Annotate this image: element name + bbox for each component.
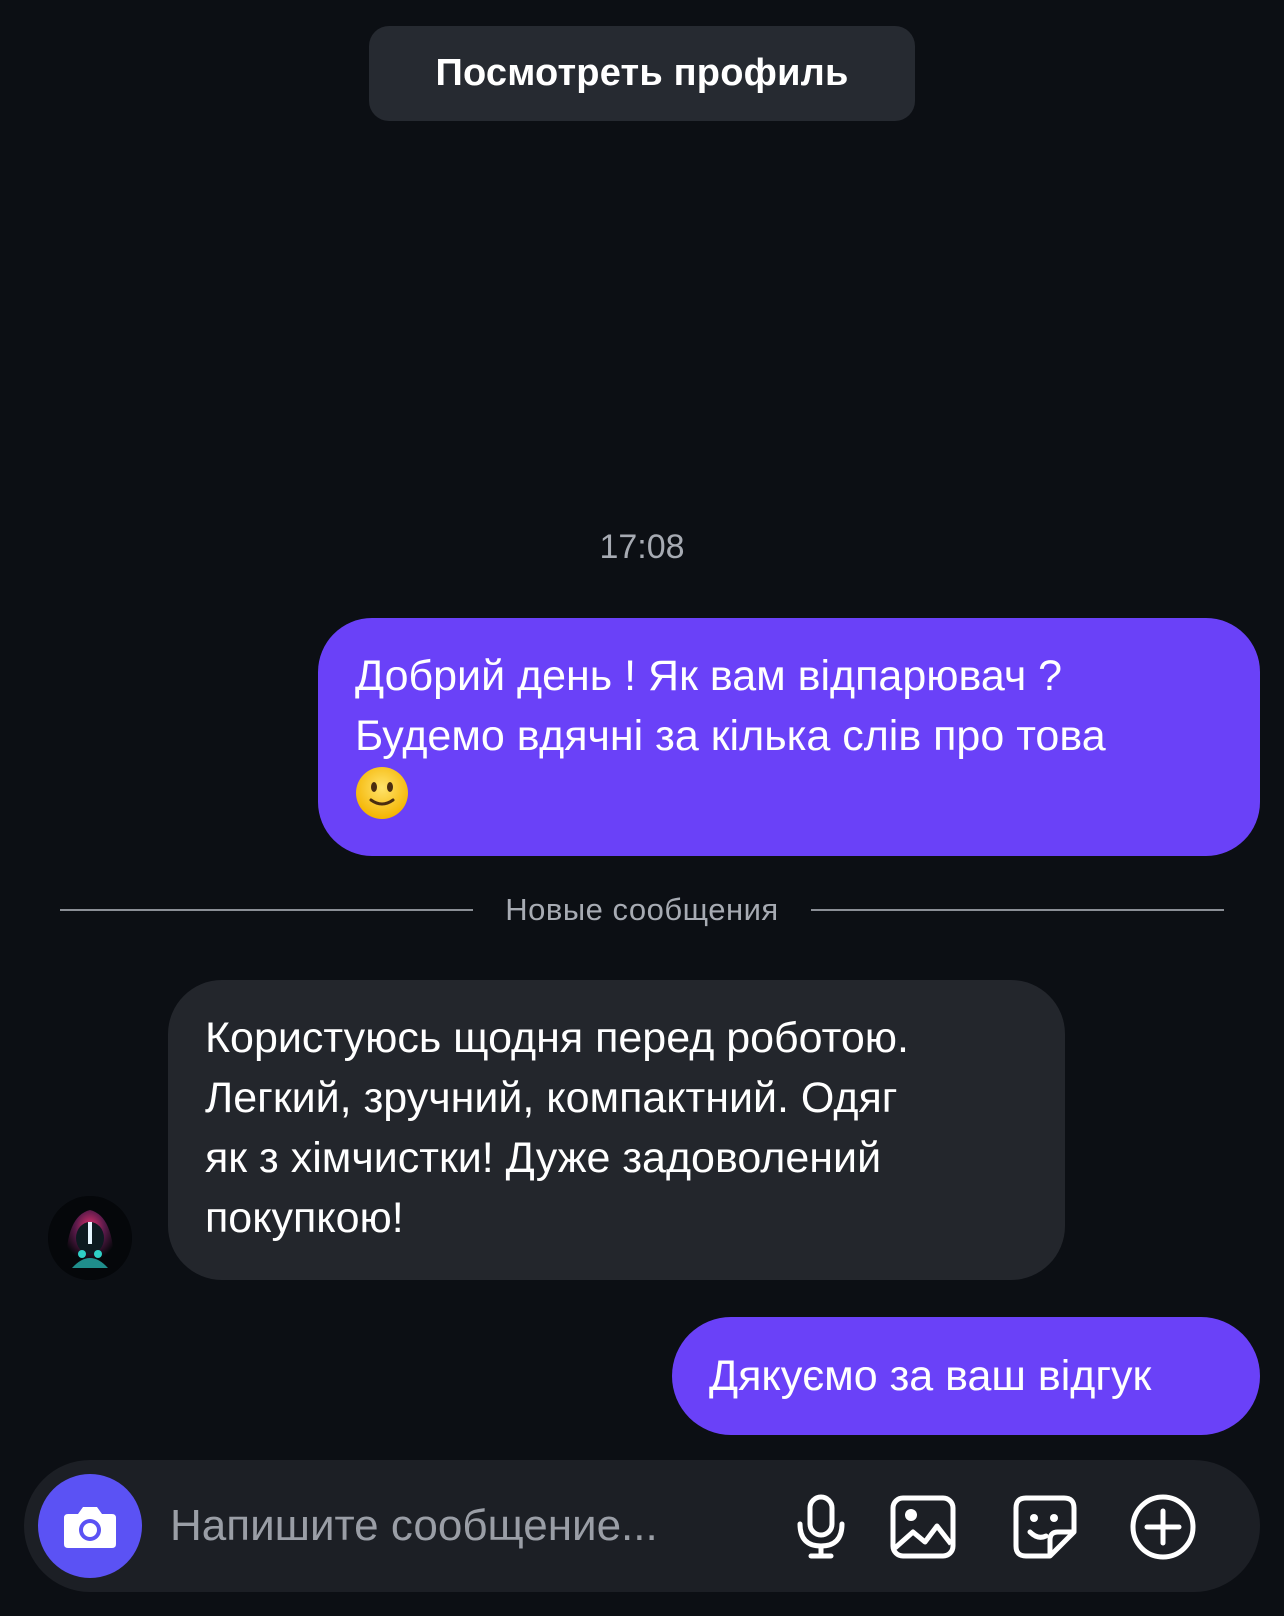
- incoming-message[interactable]: Користуюсь щодня перед роботою. Легкий, …: [168, 980, 1065, 1280]
- message-line: Користуюсь щодня перед роботою.: [205, 1014, 909, 1062]
- message-line: як з хімчистки! Дуже задоволений: [205, 1134, 882, 1182]
- plus-icon: [1130, 1494, 1196, 1560]
- microphone-button[interactable]: [786, 1492, 856, 1562]
- message-timestamp: 17:08: [599, 528, 685, 566]
- message-line: Добрий день ! Як вам відпарювач ?: [355, 652, 1063, 700]
- divider-line: [810, 909, 1224, 911]
- new-messages-label: Новые сообщения: [505, 892, 779, 927]
- sticker-icon: [1013, 1495, 1077, 1559]
- divider-line: [60, 909, 474, 911]
- camera-icon: [64, 1507, 116, 1548]
- gallery-button[interactable]: [888, 1492, 958, 1562]
- outgoing-message[interactable]: Добрий день ! Як вам відпарювач ? Будемо…: [318, 618, 1260, 856]
- view-profile-button[interactable]: Посмотреть профиль: [369, 26, 915, 121]
- gallery-icon: [890, 1495, 956, 1559]
- message-line: Легкий, зручний, компактний. Одяг: [205, 1074, 898, 1122]
- add-button[interactable]: [1128, 1492, 1198, 1562]
- slightly-smiling-face-icon: [356, 767, 408, 819]
- avatar-image: [48, 1196, 132, 1280]
- outgoing-message[interactable]: Дякуємо за ваш відгук: [672, 1317, 1260, 1435]
- message-line: Дякуємо за ваш відгук: [709, 1352, 1152, 1400]
- chat-screen: Посмотреть профиль 17:08 Добрий день ! Я…: [0, 0, 1284, 1616]
- message-input[interactable]: Напишите сообщение...: [170, 1460, 730, 1592]
- camera-button[interactable]: [38, 1474, 142, 1578]
- new-messages-divider: Новые сообщения: [60, 890, 1224, 930]
- sticker-button[interactable]: [1010, 1492, 1080, 1562]
- microphone-icon: [797, 1494, 845, 1559]
- message-line: покупкою!: [205, 1194, 404, 1242]
- message-composer: Напишите сообщение...: [24, 1460, 1260, 1592]
- message-line: Будемо вдячні за кілька слів про това: [355, 712, 1106, 760]
- avatar[interactable]: [48, 1196, 132, 1280]
